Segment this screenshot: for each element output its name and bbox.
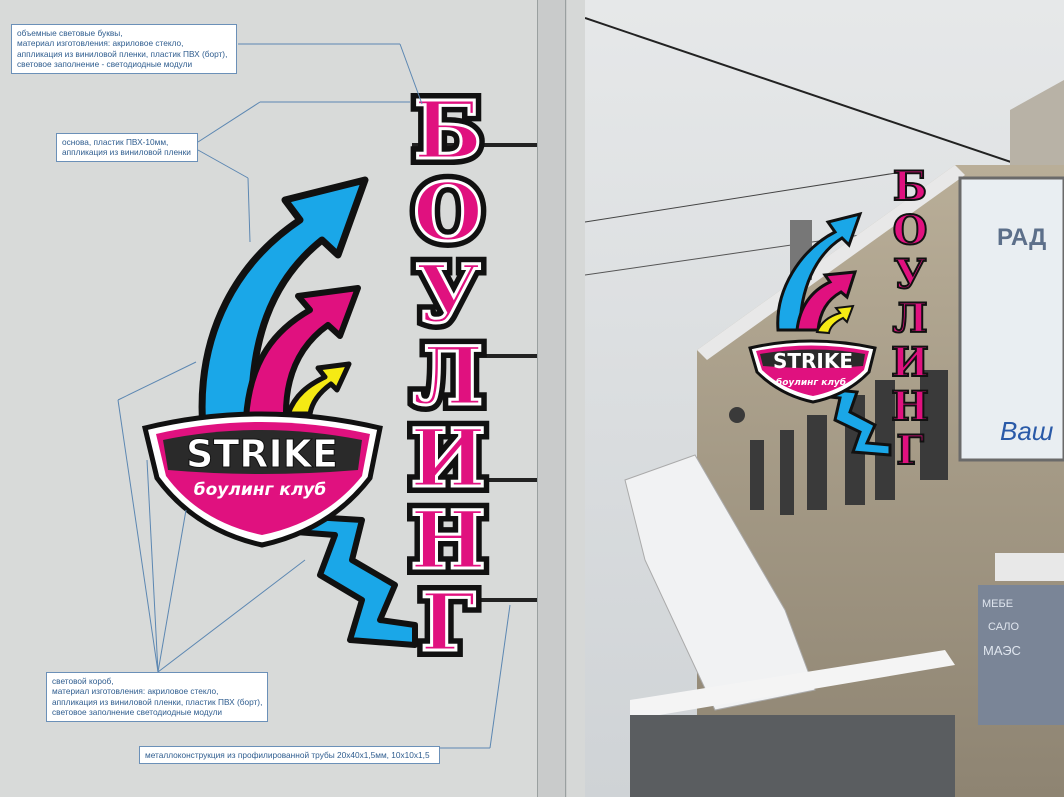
annotation-lightbox: световой короб, материал изготовления: а… bbox=[46, 672, 268, 722]
billboard-text-1: РАД bbox=[997, 224, 1046, 251]
shop-text-1: МЕБЕ bbox=[982, 598, 1013, 610]
mockup-letter-1: Б bbox=[893, 163, 927, 210]
letter-l: Л bbox=[413, 329, 484, 423]
mockup-logo-title: STRIKE bbox=[773, 349, 853, 373]
annotation-base: основа, пластик ПВХ-10мм, аппликация из … bbox=[56, 133, 198, 162]
annotation-line: объемные световые буквы, bbox=[17, 28, 123, 38]
annotation-letters: объемные световые буквы, материал изгото… bbox=[11, 24, 237, 74]
annotation-frame: металлоконструкция из профилированной тр… bbox=[139, 746, 440, 765]
mockup-letter-5: И bbox=[891, 339, 929, 386]
annotation-line: материал изготовления: акриловое стекло, bbox=[52, 686, 219, 697]
mockup-letter-2: О bbox=[893, 207, 928, 254]
annotation-line: материал изготовления: акриловое стекло, bbox=[17, 38, 184, 49]
annotation-line: аппликация из виниловой пленки, пластик … bbox=[52, 696, 263, 707]
annotation-line: основа, пластик ПВХ-10мм, bbox=[62, 137, 169, 147]
annotation-line: световое заполнение светодиодные модули bbox=[52, 707, 223, 718]
shop-awning bbox=[995, 553, 1064, 581]
shop-text-2: САЛО bbox=[988, 621, 1019, 633]
yellow-arrow bbox=[285, 361, 352, 417]
mockup-letter-3: У bbox=[894, 251, 927, 298]
annotation-line: световое заполнение - светодиодные модул… bbox=[17, 59, 193, 70]
annotation-line: аппликация из виниловой пленки, пластик … bbox=[17, 48, 228, 59]
mockup-letter-6: Н bbox=[891, 383, 929, 430]
shop-text-3: МАЭС bbox=[983, 643, 1021, 658]
building-photo-mockup: РАД Ваш МЕБЕ САЛО МАЭС STRIKE боулинг кл… bbox=[585, 0, 1064, 797]
letter-o: О bbox=[413, 165, 483, 259]
annotation-line: металлоконструкция из профилированной тр… bbox=[145, 750, 430, 760]
panel-divider bbox=[567, 0, 585, 797]
letter-u: У bbox=[416, 247, 481, 341]
sign-design-sheet: Б Б О О У У Л Л И И Н Н Г Г STRIKE боули… bbox=[0, 0, 1064, 797]
wall-section bbox=[537, 0, 567, 797]
letter-n: Н bbox=[410, 493, 486, 587]
letter-b: Б bbox=[414, 83, 482, 177]
annotation-line: световой короб, bbox=[52, 676, 114, 686]
letter-i: И bbox=[410, 411, 486, 505]
vertical-letters: Б Б О О У У Л Л И И Н Н Г Г bbox=[403, 76, 493, 676]
mockup-logo-subtitle: боулинг клуб bbox=[776, 377, 846, 388]
lower-structure bbox=[630, 715, 955, 797]
billboard-text-2: Ваш bbox=[1000, 416, 1054, 446]
logo-title: STRIKE bbox=[186, 432, 338, 476]
mockup-letter-4: Л bbox=[892, 295, 927, 342]
annotation-line: аппликация из виниловой пленки bbox=[62, 147, 191, 158]
logo-subtitle: боулинг клуб bbox=[194, 480, 326, 500]
photo-scene: РАД Ваш МЕБЕ САЛО МАЭС STRIKE боулинг кл… bbox=[585, 0, 1064, 797]
letter-g: Г bbox=[420, 575, 475, 669]
mockup-letter-7: Г bbox=[896, 427, 924, 474]
